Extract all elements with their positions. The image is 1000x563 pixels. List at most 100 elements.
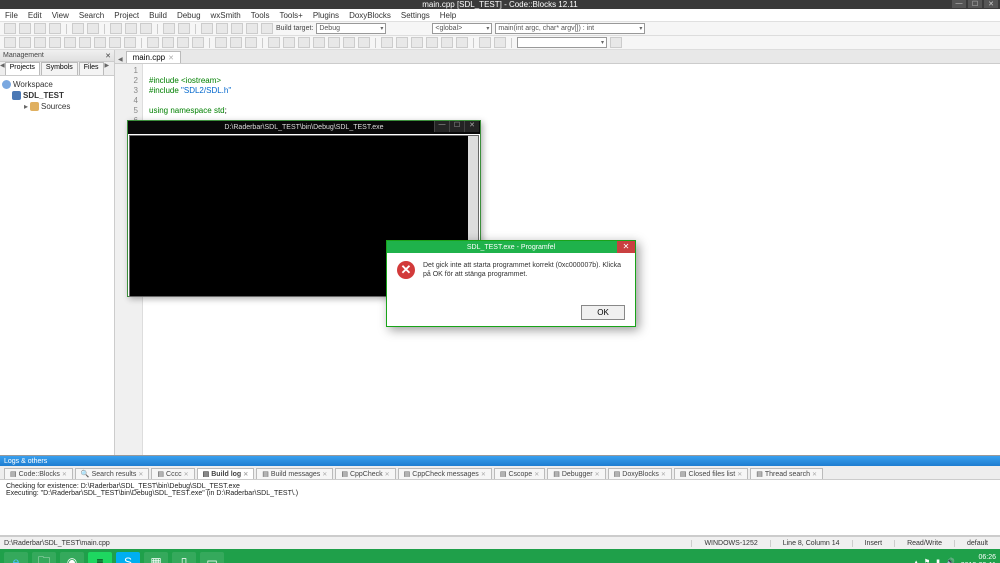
tray-up-icon[interactable]: ▴: [914, 558, 918, 563]
editor-tab-scroll-left-icon[interactable]: ◀: [115, 56, 126, 63]
menu-file[interactable]: File: [0, 11, 23, 20]
error-close-button[interactable]: ✕: [617, 241, 635, 253]
panel-close-icon[interactable]: ✕: [105, 52, 111, 60]
editor-tab-main[interactable]: main.cpp ✕: [126, 51, 181, 63]
close-icon[interactable]: ✕: [812, 471, 817, 478]
replace-icon[interactable]: [178, 23, 190, 34]
search-go-icon[interactable]: [610, 37, 622, 48]
log-tab-cppcheckmsg[interactable]: ▤CppCheck messages✕: [398, 468, 492, 479]
rebuild-icon[interactable]: [246, 23, 258, 34]
close-icon[interactable]: ✕: [481, 471, 486, 478]
toggle-bookmark-icon[interactable]: [215, 37, 227, 48]
console-close-button[interactable]: ✕: [464, 121, 479, 132]
tray-sound-icon[interactable]: 🔊: [946, 558, 955, 563]
taskbar-ie-icon[interactable]: e: [4, 552, 28, 563]
taskbar-chrome-icon[interactable]: ◉: [60, 552, 84, 563]
menu-debug[interactable]: Debug: [172, 11, 206, 20]
logs-header[interactable]: Logs & others: [0, 455, 1000, 466]
cut-icon[interactable]: [110, 23, 122, 34]
tab-projects[interactable]: Projects: [5, 62, 40, 75]
taskbar-codeblocks-icon[interactable]: ▦: [144, 552, 168, 563]
log-tab-threadsearch[interactable]: ▤Thread search✕: [750, 468, 823, 479]
step-out-icon[interactable]: [64, 37, 76, 48]
new-file-icon[interactable]: [4, 23, 16, 34]
next-instr-icon[interactable]: [79, 37, 91, 48]
taskbar-explorer-icon[interactable]: 🗀: [32, 552, 56, 563]
tab-scroll-right-icon[interactable]: ▶: [105, 62, 110, 75]
run-to-cursor-icon[interactable]: [19, 37, 31, 48]
close-icon[interactable]: ✕: [138, 471, 143, 478]
close-icon[interactable]: ✕: [243, 471, 248, 478]
step-into-icon[interactable]: [49, 37, 61, 48]
tab-close-icon[interactable]: ✕: [168, 54, 174, 62]
menu-wxsmith[interactable]: wxSmith: [206, 11, 246, 20]
close-icon[interactable]: ✕: [184, 471, 189, 478]
tab-files[interactable]: Files: [79, 62, 104, 75]
close-icon[interactable]: ✕: [534, 471, 539, 478]
taskbar-spotify-icon[interactable]: ≡: [88, 552, 112, 563]
menu-doxy[interactable]: DoxyBlocks: [344, 11, 396, 20]
tray-flag-icon[interactable]: ⚑: [924, 558, 930, 563]
doxy-run-icon[interactable]: [313, 37, 325, 48]
error-title-bar[interactable]: SDL_TEST.exe - Programfel ✕: [387, 241, 635, 253]
misc2-icon[interactable]: [396, 37, 408, 48]
log-tab-codeblocks[interactable]: ▤Code::Blocks✕: [4, 468, 73, 479]
abbrev-icon[interactable]: [479, 37, 491, 48]
doxy-line-icon[interactable]: [298, 37, 310, 48]
taskbar-window-icon[interactable]: ▭: [200, 552, 224, 563]
save-all-icon[interactable]: [49, 23, 61, 34]
undo-icon[interactable]: [72, 23, 84, 34]
tree-workspace[interactable]: Workspace: [2, 79, 112, 90]
log-body[interactable]: Checking for existence: D:\Raderbar\SDL_…: [0, 480, 1000, 536]
menu-tools[interactable]: Tools: [246, 11, 275, 20]
log-tab-cccc[interactable]: ▤Cccc✕: [151, 468, 194, 479]
find-icon[interactable]: [163, 23, 175, 34]
regex-icon[interactable]: [494, 37, 506, 48]
log-tab-debugger[interactable]: ▤Debugger✕: [547, 468, 605, 479]
ok-button[interactable]: OK: [581, 305, 625, 320]
taskbar-skype-icon[interactable]: S: [116, 552, 140, 563]
function-combo[interactable]: main(int argc, char* argv[]) : int: [495, 23, 645, 34]
next-bookmark-icon[interactable]: [245, 37, 257, 48]
doxy-block-icon[interactable]: [283, 37, 295, 48]
close-button[interactable]: ✕: [984, 0, 998, 8]
doxy-config-icon[interactable]: [358, 37, 370, 48]
doxy-chm-icon[interactable]: [343, 37, 355, 48]
last-jump-icon[interactable]: [177, 37, 189, 48]
log-tab-cscope[interactable]: ▤Cscope✕: [494, 468, 545, 479]
log-tab-doxy[interactable]: ▤DoxyBlocks✕: [608, 468, 672, 479]
menu-plugins[interactable]: Plugins: [308, 11, 344, 20]
tray-clock[interactable]: 06:26 2013-09-11: [961, 554, 996, 563]
scope-combo[interactable]: <global>: [432, 23, 492, 34]
console-title-bar[interactable]: D:\Raderbar\SDL_TEST\bin\Debug\SDL_TEST.…: [128, 121, 480, 134]
next-line-icon[interactable]: [34, 37, 46, 48]
close-icon[interactable]: ✕: [737, 471, 742, 478]
menu-settings[interactable]: Settings: [396, 11, 435, 20]
log-tab-search[interactable]: 🔍Search results✕: [75, 468, 150, 479]
step-into-instr-icon[interactable]: [94, 37, 106, 48]
build-target-combo[interactable]: Debug: [316, 23, 386, 34]
abort-icon[interactable]: [261, 23, 273, 34]
maximize-button[interactable]: ☐: [968, 0, 982, 8]
run-icon[interactable]: [216, 23, 228, 34]
misc6-icon[interactable]: [456, 37, 468, 48]
console-maximize-button[interactable]: ☐: [449, 121, 464, 132]
close-icon[interactable]: ✕: [385, 471, 390, 478]
log-tab-buildmsg[interactable]: ▤Build messages✕: [256, 468, 333, 479]
menu-project[interactable]: Project: [109, 11, 144, 20]
close-icon[interactable]: ✕: [322, 471, 327, 478]
save-icon[interactable]: [34, 23, 46, 34]
console-minimize-button[interactable]: —: [434, 121, 449, 132]
build-run-icon[interactable]: [231, 23, 243, 34]
prev-bookmark-icon[interactable]: [230, 37, 242, 48]
tree-project[interactable]: SDL_TEST: [2, 90, 112, 101]
stop-debugger-icon[interactable]: [124, 37, 136, 48]
doxy-html-icon[interactable]: [328, 37, 340, 48]
forward-icon[interactable]: [162, 37, 174, 48]
doxy-icon[interactable]: [268, 37, 280, 48]
log-tab-closedfiles[interactable]: ▤Closed files list✕: [674, 468, 748, 479]
log-tab-buildlog[interactable]: ▤Build log✕: [197, 468, 255, 479]
menu-edit[interactable]: Edit: [23, 11, 47, 20]
tray-network-icon[interactable]: ▮: [936, 558, 940, 563]
expand-icon[interactable]: ▸: [24, 102, 28, 111]
